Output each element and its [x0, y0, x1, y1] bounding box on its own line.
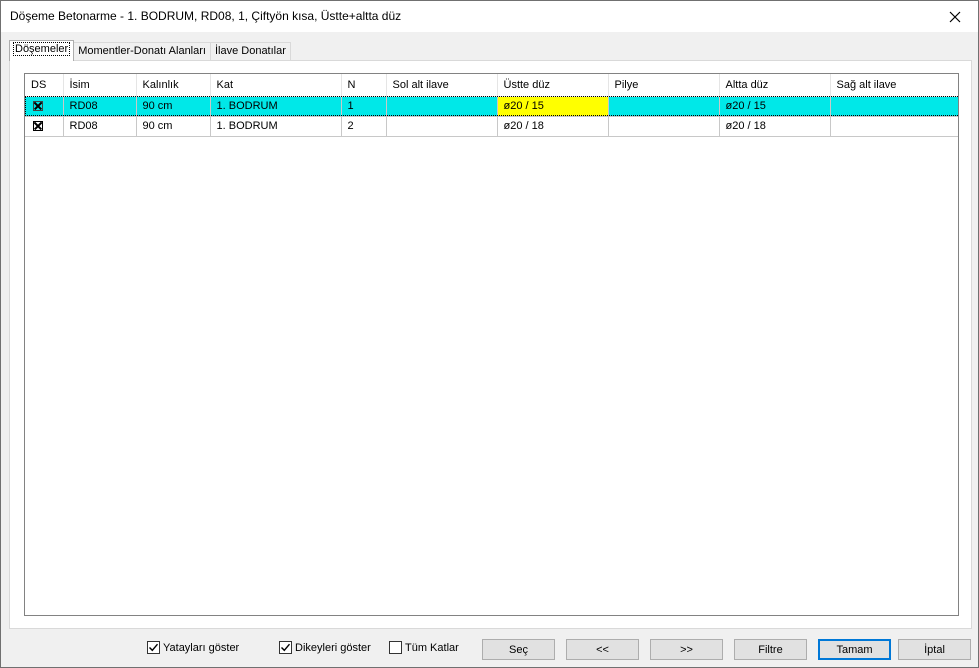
- sol-alt-ilave-cell[interactable]: [386, 96, 498, 117]
- tab-label: İlave Donatılar: [214, 45, 286, 57]
- checkbox-box[interactable]: [279, 641, 292, 654]
- column-header-sol-alt-ilave[interactable]: Sol alt ilave: [386, 74, 498, 97]
- pilye-cell[interactable]: [608, 116, 720, 137]
- column-header-pilye[interactable]: Pilye: [608, 74, 720, 97]
- sol-alt-ilave-cell[interactable]: [386, 116, 498, 137]
- column-header-ustte-duz[interactable]: Üstte düz: [497, 74, 609, 97]
- altta-duz-cell[interactable]: ø20 / 18: [719, 116, 831, 137]
- ustte-duz-cell[interactable]: ø20 / 18: [497, 116, 609, 137]
- table-row[interactable]: RD08 90 cm 1. BODRUM 1 ø20 / 15 ø20 / 15: [25, 96, 958, 117]
- tab-doseme[interactable]: Döşemeler: [9, 40, 75, 61]
- close-button[interactable]: [932, 1, 978, 32]
- dikeyleri-goster-checkbox[interactable]: Dikeyleri göster: [279, 641, 371, 654]
- checkbox-label: Dikeyleri göster: [295, 641, 371, 654]
- ds-cell[interactable]: [25, 116, 64, 137]
- tab-strip: Döşemeler Momentler-Donatı Alanları İlav…: [9, 40, 291, 61]
- window-title: Döşeme Betonarme - 1. BODRUM, RD08, 1, Ç…: [10, 9, 402, 23]
- tab-ilave-donatilar[interactable]: İlave Donatılar: [209, 42, 291, 61]
- checkbox-label: Tüm Katlar: [405, 641, 459, 654]
- tab-label: Momentler-Donatı Alanları: [78, 45, 206, 57]
- slab-table: DS İsim Kalınlık Kat N Sol alt ilave Üst…: [25, 74, 958, 137]
- title-bar: Döşeme Betonarme - 1. BODRUM, RD08, 1, Ç…: [1, 1, 978, 32]
- checkbox-label: Yatayları göster: [163, 641, 240, 654]
- checkmark-icon: [149, 643, 159, 652]
- isim-cell[interactable]: RD08: [63, 116, 137, 137]
- column-header-sag-alt-ilave[interactable]: Sağ alt ilave: [830, 74, 958, 97]
- column-header-isim[interactable]: İsim: [63, 74, 137, 97]
- column-header-kat[interactable]: Kat: [210, 74, 342, 97]
- checkbox-box[interactable]: [389, 641, 402, 654]
- kat-cell[interactable]: 1. BODRUM: [210, 116, 342, 137]
- yataylari-goster-checkbox[interactable]: Yatayları göster: [147, 641, 239, 654]
- altta-duz-cell[interactable]: ø20 / 15: [719, 96, 831, 117]
- table-header: DS İsim Kalınlık Kat N Sol alt ilave Üst…: [25, 74, 958, 97]
- next-button[interactable]: >>: [650, 639, 723, 660]
- table-row[interactable]: RD08 90 cm 1. BODRUM 2 ø20 / 18 ø20 / 18: [25, 116, 958, 137]
- ustte-duz-cell[interactable]: ø20 / 15: [497, 96, 609, 117]
- previous-button[interactable]: <<: [566, 639, 639, 660]
- tamam-button[interactable]: Tamam: [818, 639, 891, 660]
- ds-checkbox-icon[interactable]: [33, 121, 43, 132]
- tab-momentler[interactable]: Momentler-Donatı Alanları: [73, 42, 211, 61]
- sec-button[interactable]: Seç: [482, 639, 555, 660]
- column-header-altta-duz[interactable]: Altta düz: [719, 74, 831, 97]
- ds-checkbox-icon[interactable]: [33, 101, 43, 112]
- ds-cell[interactable]: [25, 96, 64, 117]
- checkbox-box[interactable]: [147, 641, 160, 654]
- pilye-cell[interactable]: [608, 96, 720, 117]
- isim-cell[interactable]: RD08: [63, 96, 137, 117]
- tab-panel: DS İsim Kalınlık Kat N Sol alt ilave Üst…: [9, 60, 972, 629]
- n-cell[interactable]: 2: [341, 116, 387, 137]
- dialog-window: Döşeme Betonarme - 1. BODRUM, RD08, 1, Ç…: [0, 0, 979, 668]
- column-header-n[interactable]: N: [341, 74, 387, 97]
- checkmark-icon: [281, 643, 291, 652]
- n-cell[interactable]: 1: [341, 96, 387, 117]
- sag-alt-ilave-cell[interactable]: [830, 116, 958, 137]
- tab-label: Döşemeler: [12, 42, 71, 56]
- close-icon: [949, 11, 961, 22]
- kalinlik-cell[interactable]: 90 cm: [136, 96, 211, 117]
- column-header-ds[interactable]: DS: [25, 74, 64, 97]
- sag-alt-ilave-cell[interactable]: [830, 96, 958, 117]
- kat-cell[interactable]: 1. BODRUM: [210, 96, 342, 117]
- tum-katlar-checkbox[interactable]: Tüm Katlar: [389, 641, 459, 654]
- iptal-button[interactable]: İptal: [898, 639, 971, 660]
- slab-grid[interactable]: DS İsim Kalınlık Kat N Sol alt ilave Üst…: [24, 73, 959, 616]
- column-header-kalinlik[interactable]: Kalınlık: [136, 74, 211, 97]
- filtre-button[interactable]: Filtre: [734, 639, 807, 660]
- footer-bar: Yatayları göster Dikeyleri göster Tüm Ka…: [1, 637, 978, 661]
- kalinlik-cell[interactable]: 90 cm: [136, 116, 211, 137]
